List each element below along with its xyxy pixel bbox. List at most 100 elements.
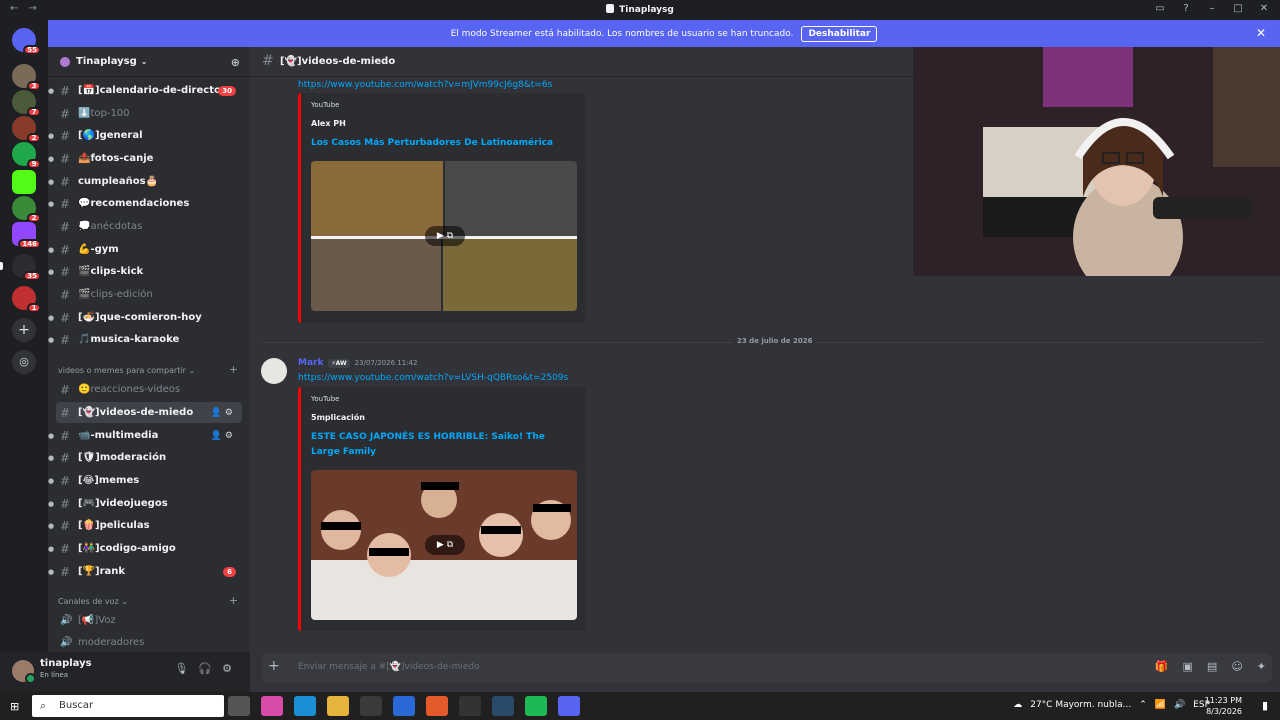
message-author[interactable]: Mark — [298, 358, 323, 368]
channel-item[interactable]: ● # [🍜]que-comieron-hoy — [48, 307, 242, 328]
video-thumbnail[interactable]: ▶ ⧉ — [311, 161, 577, 311]
channel-item[interactable]: # 🎬clips-edición — [48, 284, 242, 305]
add-server-icon[interactable]: + — [12, 318, 36, 342]
gif-icon[interactable]: ▣ — [1183, 660, 1193, 673]
channel-item[interactable]: ● # 📤fotos-canje — [48, 148, 242, 169]
server-icon[interactable]: 7 — [12, 90, 41, 117]
disable-streamer-button[interactable]: Deshabilitar — [801, 25, 878, 42]
emoji-icon[interactable]: ☺ — [1231, 660, 1242, 673]
play-icon[interactable]: ▶ ⧉ — [425, 535, 465, 555]
clock-time: 11:23 PM — [1204, 696, 1242, 705]
server-icon[interactable]: 2 — [12, 116, 41, 143]
channel-item[interactable]: ● # [🎮]videojuegos — [48, 493, 242, 514]
category-videos[interactable]: videos o memes para compartir ⌄ + — [58, 363, 242, 376]
channel-settings-icon[interactable]: 👤⚙ — [211, 408, 236, 418]
server-icon[interactable]: 9 — [12, 142, 41, 169]
server-icon[interactable]: 2 — [12, 196, 41, 223]
outlook-icon[interactable] — [393, 696, 415, 716]
brave-icon[interactable] — [426, 696, 448, 716]
video-thumbnail[interactable]: ▶ ⧉ — [311, 470, 577, 620]
steam-icon[interactable] — [492, 696, 514, 716]
sticker-icon[interactable]: ▤ — [1207, 660, 1217, 673]
discord-icon — [606, 4, 615, 13]
channel-item[interactable]: # ⬇️top-100 — [48, 103, 242, 124]
server-tag-badge[interactable]: ⚡AW — [328, 358, 350, 368]
embed-author[interactable]: 5mplicación — [311, 413, 365, 422]
volume-icon[interactable]: 🔊 — [1174, 700, 1185, 710]
maximize-button[interactable]: □ — [1232, 3, 1244, 14]
channel-item[interactable]: ● # 📹-multimedia 👤⚙ — [48, 425, 242, 446]
channel-item[interactable]: ● # [📅]calendario-de-directo 30 — [48, 80, 242, 101]
close-button[interactable]: ✕ — [1258, 3, 1270, 14]
channel-item[interactable]: ● # cumpleaños🎂 — [48, 171, 242, 192]
obs-icon[interactable] — [459, 696, 481, 716]
tinaplaysg-server-icon[interactable]: 35 — [0, 254, 41, 281]
channel-item[interactable]: ● # 🎵musica-karaoke — [48, 329, 242, 350]
discord-icon[interactable] — [558, 696, 580, 716]
channel-item-selected[interactable]: # [👻]videos-de-miedo 👤⚙ — [56, 402, 242, 423]
spotify-icon[interactable] — [525, 696, 547, 716]
add-channel-icon[interactable]: + — [229, 363, 238, 376]
window-titlebar: ←→ Tinaplaysg ▭ ? – □ ✕ — [0, 0, 1280, 20]
channel-item[interactable]: # 🙂reacciones-videos — [48, 379, 242, 400]
headphones-icon[interactable]: 🎧 — [198, 662, 212, 675]
channel-item[interactable]: ● # [🏆]rank 6 — [48, 561, 242, 582]
weather-text[interactable]: 27°C Mayorm. nubla... — [1030, 700, 1131, 710]
channel-item[interactable]: ● # 🎬clips-kick — [48, 261, 242, 282]
settings-gear-icon[interactable]: ⚙ — [222, 662, 232, 675]
message-link[interactable]: https://www.youtube.com/watch?v=LVSH-qQB… — [298, 373, 568, 383]
notifications-icon[interactable]: ▮ — [1262, 699, 1268, 712]
microphone-icon[interactable]: 🎙 — [174, 662, 188, 675]
play-icon[interactable]: ▶ ⧉ — [425, 226, 465, 246]
channel-item[interactable]: ● # [🌎]general — [48, 125, 242, 146]
invite-icon[interactable]: ⊕ — [231, 56, 240, 69]
composer-placeholder[interactable]: Enviar mensaje a #[👻]videos-de-miedo — [298, 662, 480, 672]
edge-icon[interactable] — [294, 696, 316, 716]
category-voice[interactable]: Canales de voz ⌄ + — [58, 594, 242, 607]
clock[interactable]: 11:23 PM 8/3/2026 — [1205, 695, 1242, 717]
server-icon[interactable]: 3 — [12, 64, 41, 91]
minimize-button[interactable]: – — [1206, 3, 1218, 14]
channel-item[interactable]: ● # [🍿]peliculas — [48, 515, 242, 536]
weather-icon[interactable]: ☁ — [1013, 700, 1022, 710]
embed-title[interactable]: Los Casos Más Perturbadores De Latinoamé… — [311, 136, 571, 151]
network-icon[interactable]: 📶 — [1155, 700, 1166, 710]
taskbar-search[interactable]: ⌕ Buscar — [32, 695, 224, 717]
voice-channel-item[interactable]: 🔊 moderadores — [48, 632, 242, 652]
guild-header[interactable]: Tinaplaysg ⌄ ⊕ — [48, 47, 250, 77]
embed-title[interactable]: ESTE CASO JAPONÉS ES HORRIBLE: Saiko! Th… — [311, 430, 571, 460]
embed-provider[interactable]: YouTube — [311, 101, 339, 109]
add-channel-icon[interactable]: + — [229, 594, 238, 607]
direct-messages-icon[interactable]: 55 — [12, 28, 41, 55]
channel-item[interactable]: ● # [👫]codigo-amigo — [48, 538, 242, 559]
gift-icon[interactable]: 🎁 — [1155, 660, 1169, 673]
twitch-server-icon[interactable]: 146 — [12, 222, 41, 249]
message-composer[interactable]: + Enviar mensaje a #[👻]videos-de-miedo 🎁… — [262, 653, 1272, 683]
file-explorer-icon[interactable] — [327, 696, 349, 716]
channel-item[interactable]: ● # 💬recomendaciones — [48, 193, 242, 214]
channel-item[interactable]: ● # 💪-gym — [48, 239, 242, 260]
start-button[interactable]: ⊞ — [10, 700, 19, 713]
attach-plus-icon[interactable]: + — [268, 658, 280, 674]
kick-server-icon[interactable] — [12, 170, 36, 194]
embed-provider[interactable]: YouTube — [311, 395, 339, 403]
channel-settings-icon[interactable]: 👤⚙ — [211, 431, 236, 441]
close-icon[interactable]: ✕ — [1256, 26, 1266, 40]
message-link[interactable]: https://www.youtube.com/watch?v=mJVm99cJ… — [298, 80, 552, 90]
inbox-icon[interactable]: ▭ — [1154, 3, 1166, 14]
explore-icon[interactable]: ◎ — [12, 350, 36, 374]
apps-icon[interactable]: ✦ — [1257, 660, 1266, 673]
avatar[interactable] — [12, 660, 36, 684]
chevron-up-icon[interactable]: ⌃ — [1139, 700, 1147, 710]
store-icon[interactable] — [360, 696, 382, 716]
avatar[interactable] — [261, 358, 287, 384]
embed-author[interactable]: Alex PH — [311, 119, 346, 128]
task-view-icon[interactable] — [228, 696, 250, 716]
channel-item[interactable]: ● # [🛡]moderación — [48, 447, 242, 468]
channel-item[interactable]: ● # [😂]memes — [48, 470, 242, 491]
copilot-icon[interactable] — [261, 696, 283, 716]
channel-item[interactable]: # 💭anécdotas — [48, 216, 242, 237]
voice-channel-item[interactable]: 🔊 [📢]Voz — [48, 610, 242, 631]
server-icon[interactable]: 1 — [12, 286, 41, 313]
help-icon[interactable]: ? — [1180, 3, 1192, 14]
